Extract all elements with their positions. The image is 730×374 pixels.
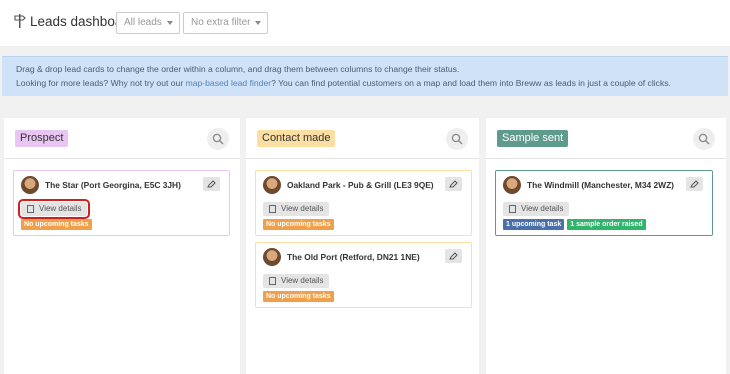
info-text-before: Looking for more leads? Why not try out … [16, 77, 186, 88]
edit-lead-button[interactable] [445, 249, 462, 263]
chevron-down-icon [167, 21, 173, 25]
info-line-2: Looking for more leads? Why not try out … [16, 77, 728, 91]
column-header: Prospect [4, 118, 240, 159]
view-details-button[interactable]: View details [503, 202, 569, 216]
column-prospect: Prospect The Star (Port Georgina, E5C 3J… [4, 118, 240, 374]
chevron-down-icon [255, 21, 261, 25]
edit-lead-button[interactable] [686, 177, 703, 191]
lead-name: Oakland Park - Pub & Grill (LE3 9QE) [287, 180, 434, 190]
task-tags: No upcoming tasks [263, 291, 337, 302]
column-header: Contact made [246, 118, 479, 159]
lead-name: The Windmill (Manchester, M34 2WZ) [527, 180, 674, 190]
column-search-button[interactable] [446, 128, 468, 150]
lead-finder-link[interactable]: map-based lead finder [186, 78, 272, 88]
view-details-button[interactable]: View details [263, 274, 329, 288]
task-tags: No upcoming tasks [21, 219, 95, 230]
view-details-button[interactable]: View details [18, 199, 90, 219]
pencil-icon [207, 180, 216, 188]
document-icon [269, 277, 276, 285]
info-text-after: ? You can find potential customers on a … [271, 77, 671, 88]
document-icon [509, 205, 516, 213]
lead-card[interactable]: The Old Port (Retford, DN21 1NE) View de… [255, 242, 472, 308]
column-search-button[interactable] [207, 128, 229, 150]
extra-filter-select[interactable]: No extra filter [183, 12, 268, 34]
column-title: Sample sent [497, 130, 569, 147]
view-details-label: View details [39, 204, 82, 213]
pencil-icon [449, 180, 458, 188]
view-details-label: View details [281, 204, 324, 213]
column-contact-made: Contact made Oakland Park - Pub & Grill … [246, 118, 479, 374]
edit-lead-button[interactable] [203, 177, 220, 191]
lead-card[interactable]: Oakland Park - Pub & Grill (LE3 9QE) Vie… [255, 170, 472, 236]
pencil-icon [690, 180, 699, 188]
pencil-icon [449, 252, 458, 260]
leads-filter-select[interactable]: All leads [116, 12, 180, 34]
column-title: Prospect [15, 130, 69, 147]
extra-filter-value: No extra filter [191, 17, 251, 28]
status-badge: No upcoming tasks [263, 219, 334, 230]
view-details-label: View details [281, 276, 324, 285]
document-icon [269, 205, 276, 213]
avatar [503, 176, 521, 194]
document-icon [27, 205, 34, 213]
search-icon [451, 133, 463, 145]
info-banner: Drag & drop lead cards to change the ord… [2, 56, 728, 96]
view-details-button[interactable]: View details [263, 202, 329, 216]
lead-card[interactable]: The Star (Port Georgina, E5C 3JH) View d… [13, 170, 230, 236]
column-sample-sent: Sample sent The Windmill (Manchester, M3… [486, 118, 726, 374]
search-icon [212, 133, 224, 145]
task-tags: No upcoming tasks [263, 219, 337, 230]
avatar [21, 176, 39, 194]
top-bar: Leads dashboard All leads No extra filte… [0, 0, 730, 46]
avatar [263, 176, 281, 194]
leads-filter-value: All leads [124, 17, 162, 28]
lead-name: The Star (Port Georgina, E5C 3JH) [45, 180, 181, 190]
info-line-1: Drag & drop lead cards to change the ord… [16, 64, 460, 74]
task-tags: 1 upcoming task 1 sample order raised [503, 219, 649, 230]
status-badge: 1 sample order raised [567, 219, 646, 230]
search-icon [698, 133, 710, 145]
signpost-icon [14, 14, 26, 28]
column-title: Contact made [257, 130, 336, 147]
lead-name: The Old Port (Retford, DN21 1NE) [287, 252, 420, 262]
edit-lead-button[interactable] [445, 177, 462, 191]
lead-card[interactable]: The Windmill (Manchester, M34 2WZ) View … [495, 170, 713, 236]
column-search-button[interactable] [693, 128, 715, 150]
status-badge: No upcoming tasks [21, 219, 92, 230]
column-header: Sample sent [486, 118, 726, 159]
avatar [263, 248, 281, 266]
status-badge: 1 upcoming task [503, 219, 565, 230]
status-badge: No upcoming tasks [263, 291, 334, 302]
view-details-label: View details [521, 204, 564, 213]
